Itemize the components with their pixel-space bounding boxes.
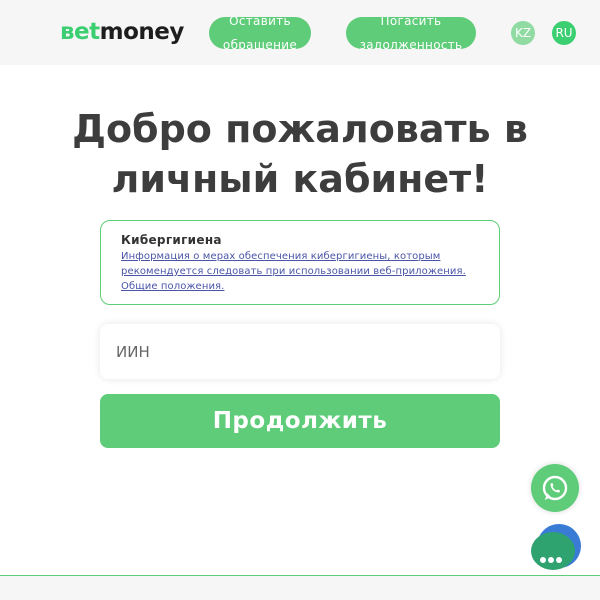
- whatsapp-icon: [542, 475, 568, 501]
- page-title: Добро пожаловать в личный кабинет!: [72, 107, 528, 201]
- general-provisions-link[interactable]: Общие положения.: [121, 279, 479, 294]
- submit-appeal-button[interactable]: Оставить обращение: [209, 17, 311, 49]
- logo[interactable]: вet money: [60, 16, 184, 48]
- lang-kz-button[interactable]: KZ: [511, 21, 535, 45]
- whatsapp-button[interactable]: [531, 464, 579, 512]
- chat-widget-button[interactable]: [531, 532, 575, 570]
- submit-appeal-label: Оставить обращение: [222, 17, 298, 49]
- chat-dots-icon: [540, 548, 564, 567]
- logo-main: money: [99, 19, 185, 45]
- footer: [0, 576, 600, 600]
- lang-ru-button[interactable]: RU: [552, 21, 576, 45]
- cyber-hygiene-notice: Кибергигиена Информация о мерах обеспече…: [100, 220, 500, 305]
- logo-accent: вet: [60, 19, 100, 45]
- pay-debt-button[interactable]: Погасить задолженность: [346, 17, 476, 49]
- iin-input[interactable]: [100, 324, 500, 379]
- notice-title: Кибергигиена: [121, 233, 222, 247]
- header: вet money Оставить обращение Погасить зад…: [0, 0, 600, 65]
- continue-button[interactable]: Продолжить: [100, 394, 500, 448]
- pay-debt-label: Погасить задолженность: [359, 17, 463, 49]
- cyber-hygiene-info-link[interactable]: Информация о мерах обеспечения кибергиги…: [121, 249, 479, 279]
